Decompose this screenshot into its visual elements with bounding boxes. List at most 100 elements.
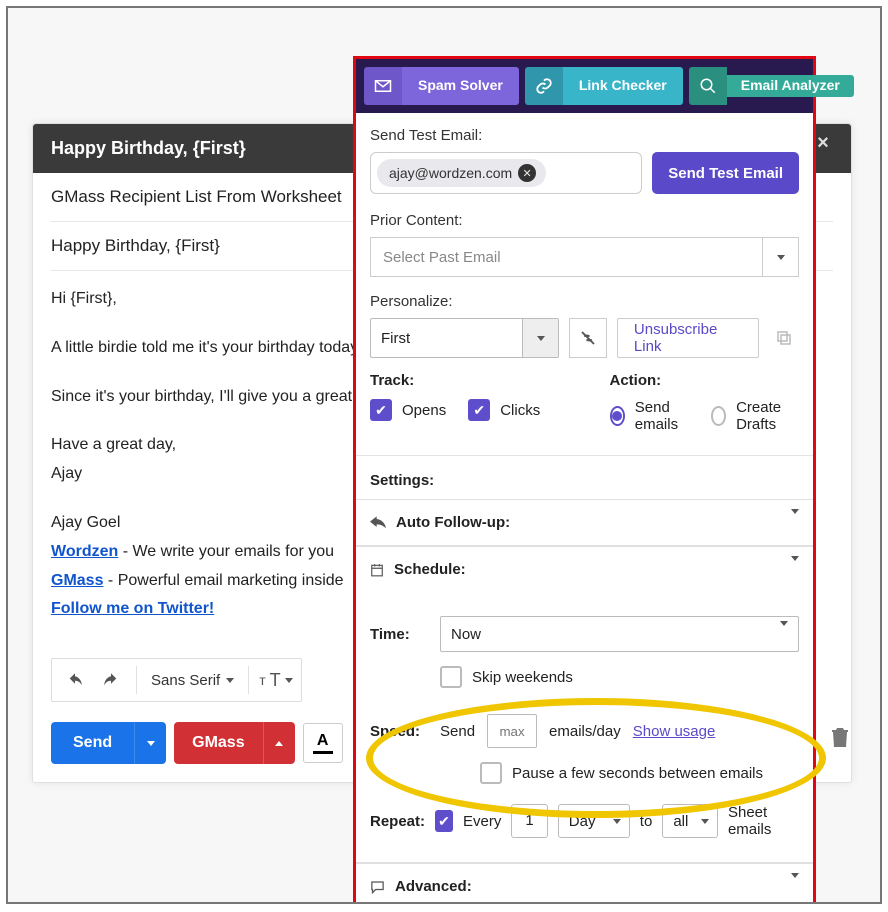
font-name: Sans Serif <box>151 672 220 689</box>
section-schedule: Schedule: Time: Now Skip weekends <box>356 546 813 863</box>
sig-gmass-tag: - Powerful email marketing inside <box>103 572 343 589</box>
font-dropdown[interactable]: Sans Serif <box>147 672 238 689</box>
chat-icon <box>370 880 385 894</box>
speed-label: Speed: <box>370 723 428 740</box>
schedule-title: Schedule: <box>394 561 466 578</box>
undo-icon[interactable] <box>60 665 90 695</box>
subject-text: Happy Birthday, {First} <box>51 236 220 255</box>
repeat-label: Repeat: <box>370 813 425 830</box>
format-A-icon: A <box>317 733 329 749</box>
tab-spam-solver[interactable]: Spam Solver <box>364 67 519 105</box>
redo-icon[interactable] <box>96 665 126 695</box>
checkbox-opens[interactable]: ✔ <box>370 399 392 421</box>
sig-wordzen-link[interactable]: Wordzen <box>51 543 118 560</box>
checkbox-repeat[interactable]: ✔ <box>435 810 453 832</box>
sig-twitter-link[interactable]: Follow me on Twitter! <box>51 600 214 617</box>
trash-icon[interactable] <box>830 726 850 748</box>
repeat-count-input[interactable]: 1 <box>511 804 547 838</box>
chip-remove-icon[interactable]: ✕ <box>518 164 536 182</box>
personalize-value: First <box>381 330 410 347</box>
tab-link-checker[interactable]: Link Checker <box>525 67 683 105</box>
repeat-unit-select[interactable]: Day <box>558 804 630 838</box>
toolbar-separator <box>248 666 249 694</box>
action-drafts-row[interactable]: Create Drafts <box>711 399 799 433</box>
section-advanced: Advanced: <box>356 863 813 904</box>
mail-shield-icon <box>364 67 402 105</box>
test-email-chip: ajay@wordzen.com ✕ <box>377 159 546 187</box>
track-label: Track: <box>370 372 560 389</box>
font-size-dropdown[interactable]: тT <box>259 665 292 695</box>
repeat-suffix: Sheet emails <box>728 804 799 838</box>
time-row: Time: Now <box>370 616 799 652</box>
advanced-header[interactable]: Advanced: <box>356 864 813 904</box>
recipient-text: GMass Recipient List From Worksheet <box>51 187 342 206</box>
chevron-down-icon[interactable] <box>522 319 558 357</box>
chevron-down-icon <box>791 561 799 578</box>
unsubscribe-link-button[interactable]: Unsubscribe Link <box>617 318 759 358</box>
personalize-row: First Unsubscribe Link <box>370 318 799 358</box>
chevron-down-icon[interactable] <box>762 238 798 276</box>
repeat-who-value: all <box>673 813 688 830</box>
schedule-header[interactable]: Schedule: <box>356 547 813 592</box>
repeat-row: Repeat: ✔ Every 1 Day to all S <box>370 804 799 838</box>
format-underline-bar <box>313 751 333 754</box>
copy-icon[interactable] <box>769 329 799 347</box>
checkbox-skip-weekends[interactable] <box>440 666 462 688</box>
test-email-input[interactable]: ajay@wordzen.com ✕ <box>370 152 642 194</box>
tab-analyzer-label: Email Analyzer <box>727 75 854 96</box>
gmass-dropdown[interactable] <box>263 722 295 764</box>
remove-link-icon[interactable] <box>569 318 607 358</box>
time-select[interactable]: Now <box>440 616 799 652</box>
checkbox-clicks[interactable]: ✔ <box>468 399 490 421</box>
tab-spam-label: Spam Solver <box>402 67 519 104</box>
time-label: Time: <box>370 626 428 643</box>
send-test-button[interactable]: Send Test Email <box>652 152 799 194</box>
track-col: Track: ✔ Opens ✔ Clicks <box>370 372 560 443</box>
track-action-row: Track: ✔ Opens ✔ Clicks Action: <box>370 372 799 443</box>
action-col: Action: Send emails Create Drafts <box>610 372 800 443</box>
formatting-toolbar: Sans Serif тT <box>51 658 302 702</box>
text-format-button[interactable]: A <box>303 723 343 763</box>
settings-label: Settings: <box>370 462 799 499</box>
skip-weekends-row[interactable]: Skip weekends <box>440 666 799 688</box>
radio-send-emails[interactable] <box>610 406 625 426</box>
track-opens-row[interactable]: ✔ Opens <box>370 399 446 421</box>
send-dropdown[interactable] <box>134 722 166 764</box>
sig-wordzen-tag: - We write your emails for you <box>118 543 334 560</box>
action-send-row[interactable]: Send emails <box>610 399 693 433</box>
repeat-to: to <box>640 813 653 830</box>
track-clicks-label: Clicks <box>500 402 540 419</box>
track-clicks-row[interactable]: ✔ Clicks <box>468 399 540 421</box>
prior-content-select[interactable]: Select Past Email <box>370 237 799 277</box>
checkbox-pause[interactable] <box>480 762 502 784</box>
followup-header[interactable]: Auto Follow-up: <box>356 500 813 545</box>
chevron-down-icon <box>791 514 799 531</box>
action-drafts-label: Create Drafts <box>736 399 799 433</box>
tab-email-analyzer[interactable]: Email Analyzer <box>689 67 854 105</box>
link-icon <box>525 67 563 105</box>
chevron-down-icon <box>226 678 234 683</box>
send-button[interactable]: Send <box>51 722 134 764</box>
chevron-down-icon <box>791 878 799 895</box>
personalize-select[interactable]: First <box>370 318 559 358</box>
prior-content-placeholder: Select Past Email <box>383 249 501 266</box>
radio-create-drafts[interactable] <box>711 406 726 426</box>
gmass-button[interactable]: GMass <box>174 722 262 764</box>
schedule-content: Time: Now Skip weekends Speed: Send <box>356 592 813 862</box>
send-test-row: ajay@wordzen.com ✕ Send Test Email <box>370 152 799 194</box>
followup-title: Auto Follow-up: <box>396 514 510 531</box>
pause-row[interactable]: Pause a few seconds between emails <box>480 762 799 784</box>
repeat-who-select[interactable]: all <box>662 804 718 838</box>
advanced-title: Advanced: <box>395 878 472 895</box>
time-value: Now <box>451 626 481 643</box>
show-usage-link[interactable]: Show usage <box>633 723 716 740</box>
toolbar-separator <box>136 666 137 694</box>
test-email-value: ajay@wordzen.com <box>389 165 512 181</box>
pause-label: Pause a few seconds between emails <box>512 765 763 782</box>
sig-gmass-link[interactable]: GMass <box>51 572 103 589</box>
speed-input[interactable] <box>487 714 537 748</box>
speed-row: Speed: Send emails/day Show usage <box>370 714 799 748</box>
send-test-label: Send Test Email: <box>370 127 799 144</box>
gmass-button-group: GMass <box>174 722 294 764</box>
search-mail-icon <box>689 67 727 105</box>
